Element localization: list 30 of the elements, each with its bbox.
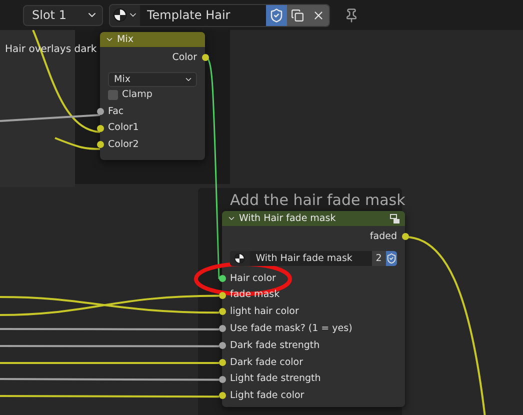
socket-label: Color <box>172 52 197 63</box>
frame-label: Add the hair fade mask <box>230 191 406 209</box>
chevron-down-icon[interactable] <box>105 35 114 44</box>
socket-label: Light fade strength <box>230 373 321 384</box>
blend-mode-dropdown[interactable]: Mix <box>108 72 197 87</box>
socket-label: Fac <box>108 106 124 117</box>
chevron-down-icon[interactable] <box>227 214 236 223</box>
socket-dot[interactable] <box>202 54 208 61</box>
node-header[interactable]: With Hair fade mask <box>222 211 405 226</box>
socket-label: light hair color <box>230 306 299 318</box>
node-group-sphere-icon <box>234 252 246 264</box>
clamp-checkbox[interactable]: Clamp <box>100 86 205 103</box>
socket-label: faded <box>370 230 397 242</box>
socket-label: Light fade color <box>230 390 304 402</box>
socket-label: Color1 <box>108 122 139 134</box>
node-group-name-field[interactable]: With Hair fade mask <box>250 250 372 266</box>
socket-dot[interactable] <box>402 233 408 240</box>
node-wire <box>54 137 100 150</box>
node-group-browse-button[interactable] <box>230 250 250 266</box>
socket-label: Color2 <box>108 139 139 150</box>
socket-label: Use fade mask? (1 = yes) <box>230 323 352 334</box>
node-group-icon[interactable] <box>390 214 400 224</box>
shield-check-icon[interactable] <box>386 250 397 266</box>
user-count-button[interactable]: 2 <box>372 250 386 266</box>
pin-icon[interactable] <box>344 8 359 22</box>
socket-label: Dark fade strength <box>230 340 320 351</box>
slot-dropdown[interactable]: Slot 1 <box>23 4 103 26</box>
socket-label: Hair color <box>230 272 276 284</box>
node-header[interactable]: Mix <box>100 32 205 47</box>
socket-label: Dark fade color <box>230 356 304 368</box>
